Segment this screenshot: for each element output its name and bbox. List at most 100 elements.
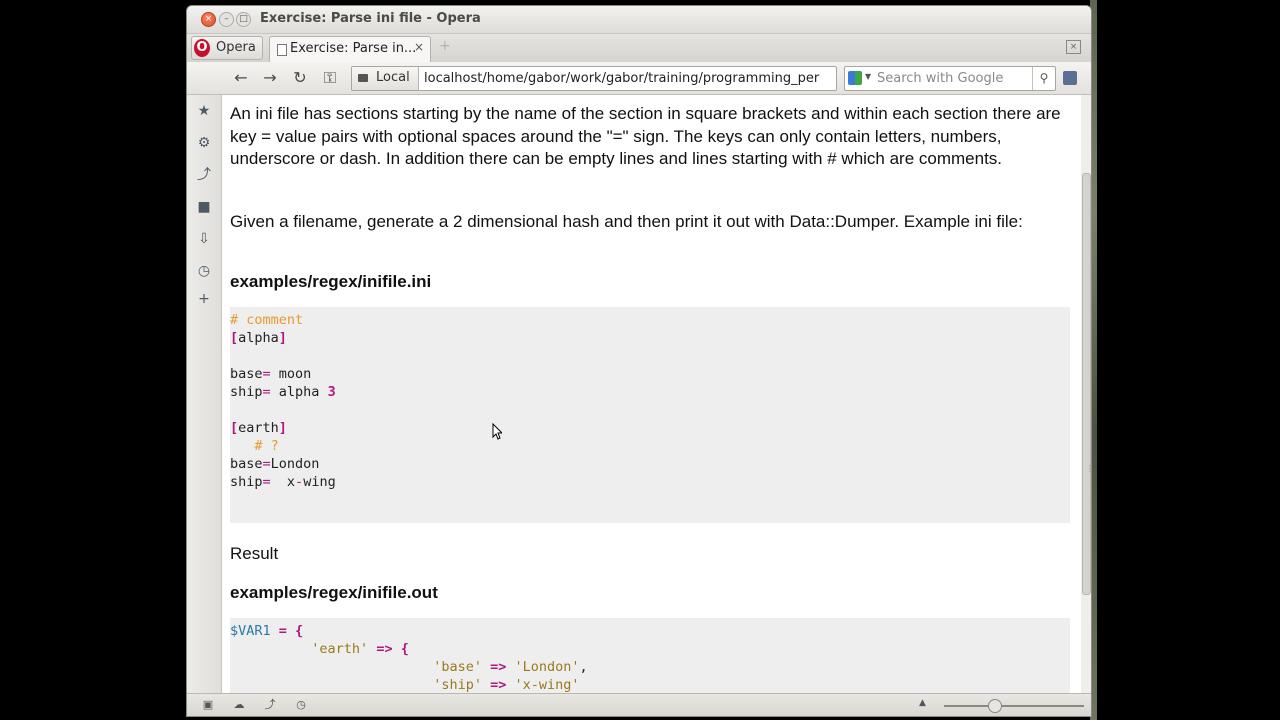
google-engine-icon[interactable] [848,71,862,85]
back-icon[interactable]: ← [231,68,251,88]
desktop-background-right [1097,0,1280,720]
panel-view-icon[interactable]: ▣ [201,698,215,712]
code-line: 'base' => 'London', [433,659,588,675]
key-icon[interactable]: ⚿ [320,68,340,88]
scroll-grip-icon: ⋮ [1086,464,1091,473]
panel-sidebar: ★ ⚙ ⤴ ■ ⇩ ◷ + [187,95,222,693]
window-close-button[interactable]: × [201,12,216,27]
ini-filename-heading: examples/regex/inifile.ini [230,272,432,291]
code-equals: = [262,384,271,400]
code-line: # ? [230,437,279,455]
forward-icon[interactable]: → [260,68,280,88]
opera-menu-label: Opera [216,40,256,55]
downloads-icon[interactable]: ⇩ [196,231,212,247]
opera-menu-button[interactable]: O Opera [191,36,263,60]
code-line: ship= alpha 3 [230,383,336,401]
opera-logo-icon: O [194,39,210,57]
code-value: x [270,474,296,490]
code-key: ship [230,474,263,490]
out-code-block: $VAR1 = { 'earth' => { 'base' => 'London… [230,618,1070,693]
code-string: 'x-wing' [514,677,580,693]
unite-cloud-icon[interactable]: ☁ [232,698,246,712]
code-bracket: [ [230,420,239,436]
intro-paragraph: An ini file has sections starting by the… [230,104,1061,168]
code-dash: - [295,474,304,490]
code-section-name: earth [238,420,279,436]
code-line: base= moon [230,365,311,383]
code-line: [alpha] [230,329,287,347]
code-value: alpha [270,384,328,400]
local-badge[interactable]: Local [352,67,419,90]
navigation-toolbar: ← → ↻ ⚿ Local ▼ ⚲ [187,62,1091,95]
window-maximize-button[interactable]: □ [236,12,251,27]
reload-icon[interactable]: ↻ [290,68,310,88]
code-line: # comment [230,311,303,329]
zoom-menu-icon[interactable]: ▲ [919,698,926,708]
tab-close-icon[interactable]: × [414,40,424,54]
address-input[interactable] [424,67,832,90]
code-string: 'base' [433,659,482,675]
turbo-icon[interactable]: ◷ [294,698,308,712]
code-string: 'earth' [311,641,369,657]
code-bracket: ] [278,420,287,436]
new-tab-icon[interactable]: + [439,38,451,54]
tab-bar: O Opera Exercise: Parse in... × + × [187,34,1091,63]
code-key: base [230,456,263,472]
monitor-icon [358,74,368,82]
code-number: 3 [327,384,336,400]
out-filename-heading: examples/regex/inifile.out [230,583,438,602]
settings-gear-icon[interactable]: ⚙ [196,135,212,151]
ini-code-block: # comment [alpha] base= moon ship= alpha… [230,307,1070,523]
browser-window: × – □ Exercise: Parse ini file - Opera O… [186,5,1092,717]
code-equals: = [262,366,271,382]
code-section-name: alpha [238,330,279,346]
code-value: wing [303,474,336,490]
share-icon[interactable]: ⤴ [196,167,212,183]
engine-dropdown-icon[interactable]: ▼ [865,72,871,81]
history-clock-icon[interactable]: ◷ [196,263,212,279]
panel-toggle-icon[interactable] [1063,71,1077,85]
code-key: base [230,366,263,382]
code-value: moon [270,366,312,382]
window-minimize-button[interactable]: – [219,12,234,27]
tab-label: Exercise: Parse in... [290,41,417,56]
search-icon[interactable]: ⚲ [1032,67,1055,90]
notes-icon[interactable]: ■ [196,199,212,215]
code-bracket: [ [230,330,239,346]
task-paragraph: Given a filename, generate a 2 dimension… [230,212,1023,231]
code-line: ship= x-wing [230,473,336,491]
result-label: Result [230,544,279,563]
code-equals: = [262,474,271,490]
code-key: ship [230,384,263,400]
code-operator: => [481,677,515,693]
scrollbar-thumb[interactable]: ⋮ [1082,173,1091,595]
tab-active[interactable]: Exercise: Parse in... × [269,36,431,62]
code-line: $VAR1 = { [230,622,303,640]
status-bar: ▣ ☁ ⤴ ◷ ▲ [187,693,1091,716]
search-input[interactable] [877,67,1029,90]
address-bar: Local [351,66,837,91]
document-icon [277,44,287,56]
desktop-background-left [0,0,186,720]
page-content: An ini file has sections starting by the… [222,95,1081,693]
window-title: Exercise: Parse ini file - Opera [260,11,481,26]
title-bar: × – □ Exercise: Parse ini file - Opera [187,6,1091,34]
vertical-scrollbar[interactable]: ⋮ [1081,95,1091,693]
code-string: 'ship' [433,677,482,693]
code-comment: # ? [230,438,279,454]
zoom-slider[interactable] [944,705,1084,707]
code-value: London [270,456,320,472]
share-status-icon[interactable]: ⤴ [263,698,277,712]
add-panel-icon[interactable]: + [196,291,212,307]
local-label: Local [376,70,410,85]
code-line: base=London [230,455,319,473]
zoom-slider-handle[interactable] [988,699,1002,713]
code-line: 'ship' => 'x-wing' [230,676,580,693]
closed-tabs-icon[interactable]: × [1066,40,1081,54]
code-line: [earth] [230,419,287,437]
code-line: 'earth' => { [230,640,409,658]
code-comment: # comment [230,312,304,328]
bookmarks-icon[interactable]: ★ [196,103,212,119]
code-operator: = { [270,623,304,639]
search-box: ▼ ⚲ [844,66,1056,91]
